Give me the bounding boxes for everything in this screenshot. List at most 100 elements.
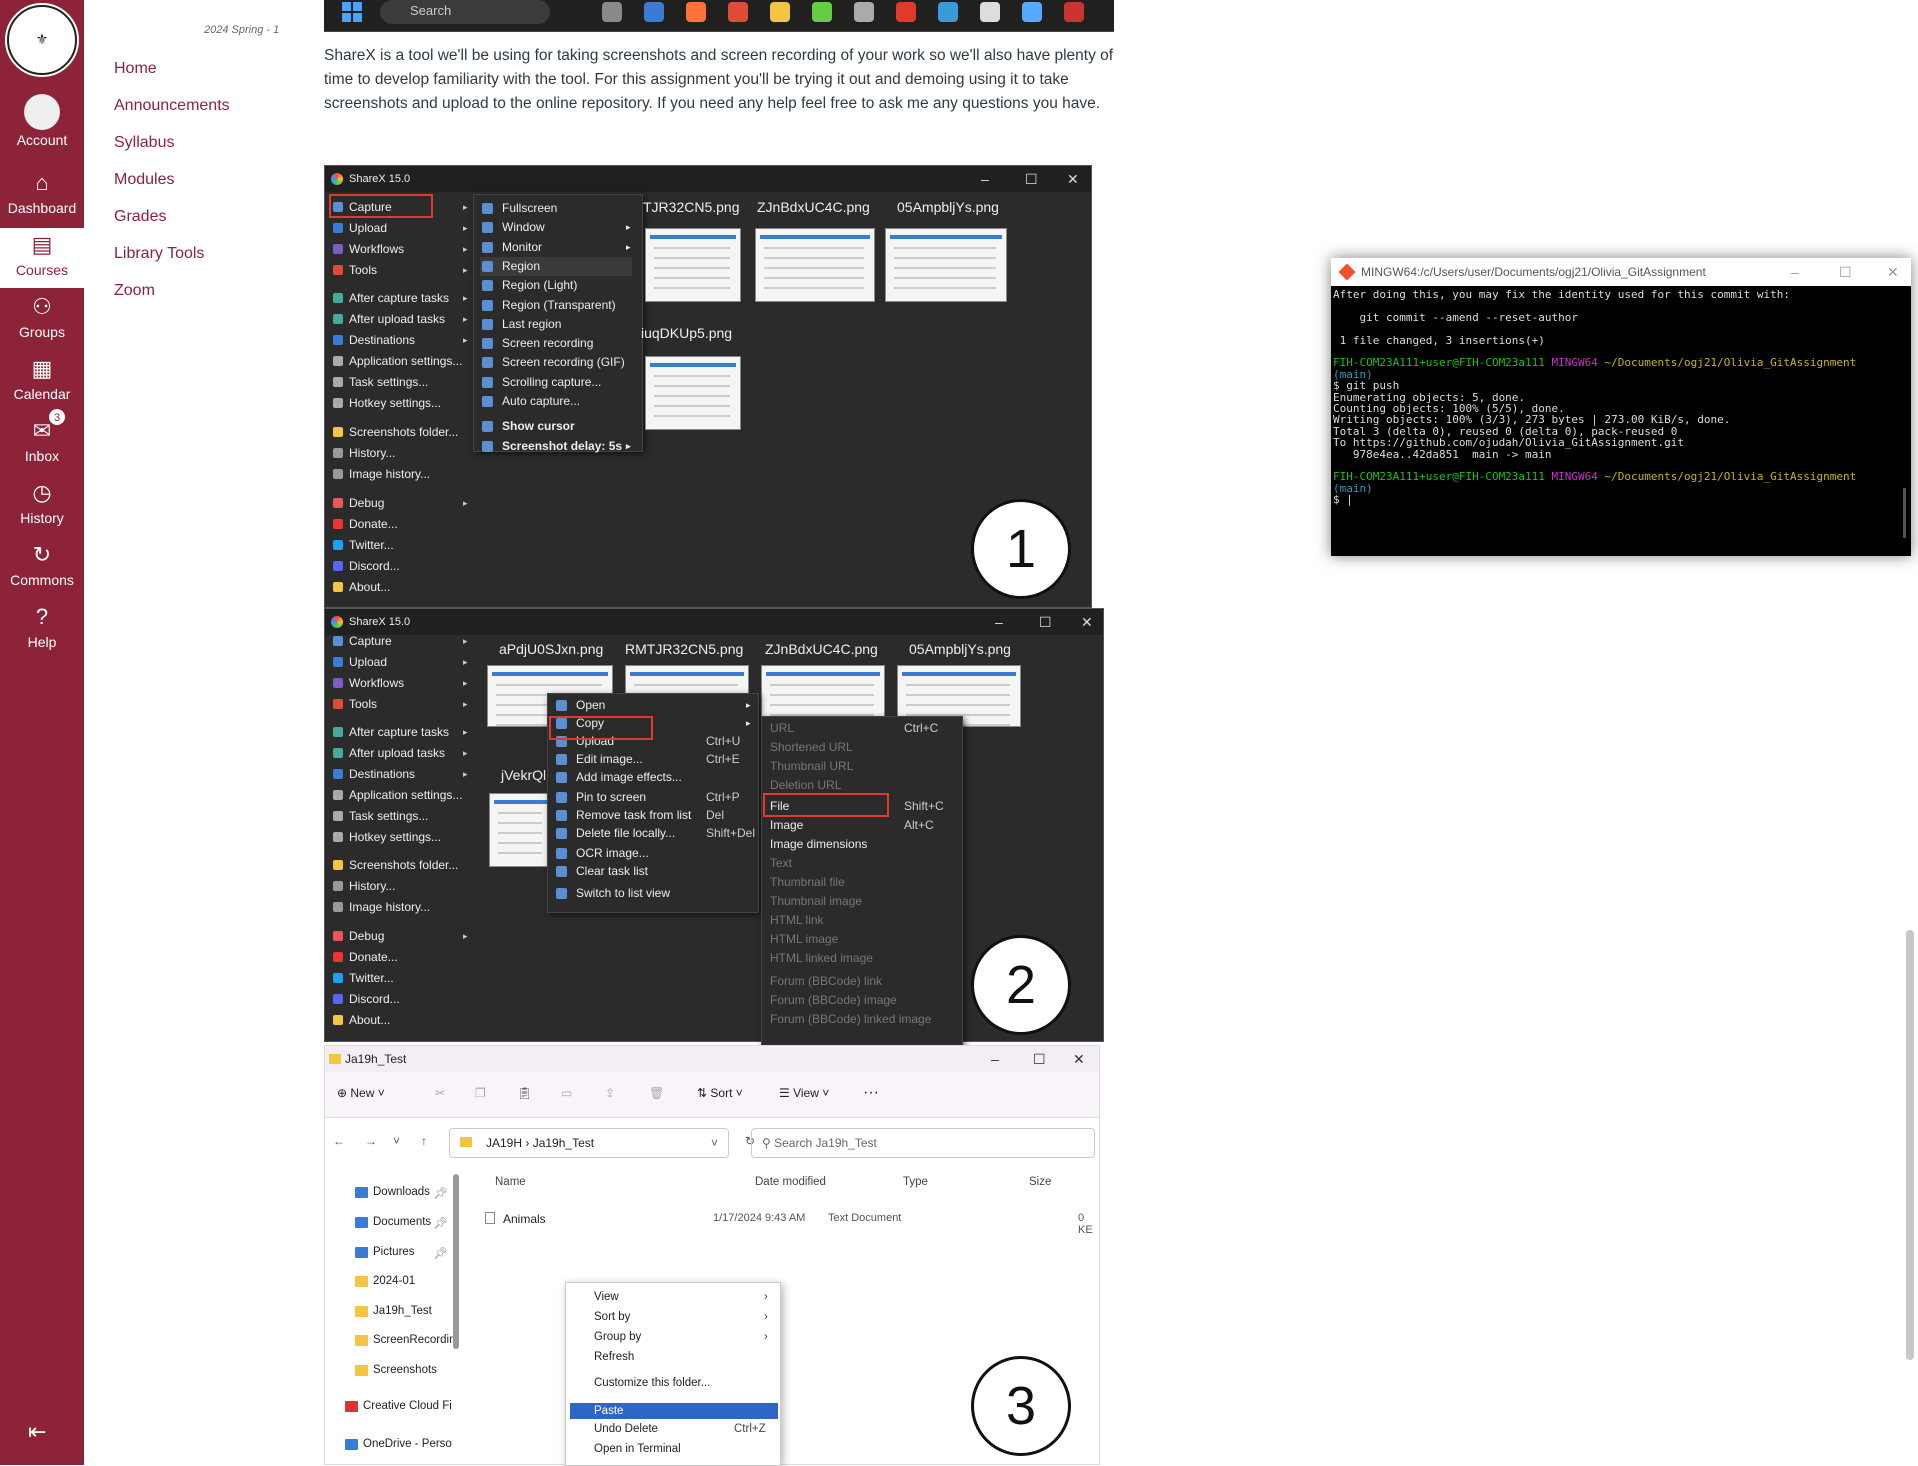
course-nav-home[interactable]: Home [114, 60, 157, 78]
sharex-menu-hotkey-settings[interactable]: Hotkey settings... [333, 393, 441, 413]
collapse-nav-icon[interactable]: ⇤ [28, 1419, 46, 1445]
image-menu-switch-to-list-view[interactable]: Switch to list view [554, 884, 754, 903]
capture-option-region[interactable]: Region [480, 256, 632, 276]
global-nav-account[interactable]: Account [0, 92, 84, 152]
image-menu-pin-to-screen[interactable]: Pin to screen Ctrl+P [554, 788, 754, 807]
global-nav-help[interactable]: ? Help [0, 600, 84, 660]
screenshot-thumbnail[interactable] [489, 793, 553, 867]
sharex-menu-history[interactable]: History... [333, 443, 395, 463]
sharex-menu-tools[interactable]: Tools ▸ [333, 694, 468, 714]
sharex-menu-task-settings[interactable]: Task settings... [333, 806, 428, 826]
capture-option-fullscreen[interactable]: Fullscreen [480, 199, 557, 218]
sharex-menu-upload[interactable]: Upload ▸ [333, 652, 468, 672]
copy-option-image[interactable]: Image Alt+C [768, 816, 934, 835]
global-nav-groups[interactable]: ⚇ Groups [0, 290, 84, 350]
sharex-menu-twitter[interactable]: Twitter... [333, 535, 394, 555]
sharex-menu-hotkey-settings[interactable]: Hotkey settings... [333, 827, 441, 847]
image-menu-add-image-effects[interactable]: Add image effects... [554, 768, 754, 787]
column-header-name[interactable]: Name [495, 1176, 526, 1188]
nav-item-ja19h-test[interactable]: Ja19h_Test [355, 1305, 432, 1317]
global-nav-calendar[interactable]: ▦ Calendar [0, 352, 84, 412]
column-header-type[interactable]: Type [903, 1176, 928, 1188]
sharex-menu-upload[interactable]: Upload ▸ [333, 218, 468, 238]
capture-option-show-cursor[interactable]: Show cursor [480, 417, 575, 436]
image-menu-open[interactable]: Open ▸ [554, 696, 754, 715]
image-menu-clear-task-list[interactable]: Clear task list [554, 862, 754, 881]
folder-menu-view[interactable]: View › [594, 1291, 768, 1303]
capture-option-screen-recording[interactable]: Screen recording [480, 334, 593, 353]
course-nav-syllabus[interactable]: Syllabus [114, 134, 174, 152]
sharex-menu-workflows[interactable]: Workflows ▸ [333, 673, 468, 693]
sharex-menu-history[interactable]: History... [333, 876, 395, 896]
image-menu-edit-image[interactable]: Edit image... Ctrl+E [554, 750, 754, 769]
course-nav-zoom[interactable]: Zoom [114, 282, 155, 300]
sharex-menu-application-settings[interactable]: Application settings... [333, 785, 462, 805]
sharex-menu-about[interactable]: About... [333, 577, 390, 597]
page-scrollbar[interactable] [1906, 930, 1914, 1360]
sharex-menu-donate[interactable]: Donate... [333, 514, 398, 534]
sharex-menu-after-upload-tasks[interactable]: After upload tasks ▸ [333, 309, 468, 329]
nav-item-screenshots[interactable]: Screenshots [355, 1364, 437, 1376]
column-header-size[interactable]: Size [1029, 1176, 1051, 1188]
folder-menu-group-by[interactable]: Group by › [594, 1331, 768, 1343]
sharex-menu-screenshots-folder[interactable]: Screenshots folder... [333, 855, 458, 875]
sharex-menu-task-settings[interactable]: Task settings... [333, 372, 428, 392]
folder-menu-open-in-terminal[interactable]: Open in Terminal [594, 1443, 681, 1455]
global-nav-inbox[interactable]: ✉ 3 Inbox [0, 408, 84, 474]
nav-item-documents[interactable]: Documents 📌︎ [355, 1216, 448, 1230]
global-nav-courses[interactable]: ▤ Courses [0, 228, 84, 288]
folder-menu-sort-by[interactable]: Sort by › [594, 1311, 768, 1323]
sharex-menu-after-capture-tasks[interactable]: After capture tasks ▸ [333, 288, 468, 308]
image-menu-remove-task-from-list[interactable]: Remove task from list Del [554, 806, 754, 825]
nav-item-onedrive-perso[interactable]: OneDrive - Perso [345, 1438, 452, 1450]
folder-menu-paste[interactable]: Paste [570, 1403, 778, 1419]
nav-item-screenrecordin[interactable]: ScreenRecordin [355, 1334, 455, 1346]
sharex-menu-discord[interactable]: Discord... [333, 556, 400, 576]
sharex-menu-image-history[interactable]: Image history... [333, 897, 430, 917]
course-nav-announcements[interactable]: Announcements [114, 97, 230, 115]
sharex-menu-debug[interactable]: Debug ▸ [333, 493, 468, 513]
screenshot-thumbnail[interactable] [885, 228, 1007, 302]
capture-option-scrolling-capture[interactable]: Scrolling capture... [480, 373, 601, 392]
global-nav-commons[interactable]: ↻ Commons [0, 538, 84, 598]
sharex-menu-screenshots-folder[interactable]: Screenshots folder... [333, 422, 458, 442]
sharex-menu-destinations[interactable]: Destinations ▸ [333, 764, 468, 784]
capture-option-screenshot-delay-5s[interactable]: Screenshot delay: 5s ▸ [480, 437, 631, 456]
image-menu-ocr-image[interactable]: OCR image... [554, 844, 754, 863]
capture-option-last-region[interactable]: Last region [480, 315, 561, 334]
capture-option-window[interactable]: Window ▸ [480, 218, 631, 237]
folder-menu-undo-delete[interactable]: Undo Delete Ctrl+Z [594, 1423, 766, 1435]
global-nav-dashboard[interactable]: ⌂ Dashboard [0, 166, 84, 226]
nav-item-downloads[interactable]: Downloads 📌︎ [355, 1186, 448, 1200]
nav-item-2024-01[interactable]: 2024-01 [355, 1275, 415, 1287]
nav-item-pictures[interactable]: Pictures 📌︎ [355, 1246, 448, 1260]
capture-option-region-transparent[interactable]: Region (Transparent) [480, 296, 616, 315]
course-nav-grades[interactable]: Grades [114, 208, 166, 226]
sharex-menu-tools[interactable]: Tools ▸ [333, 260, 468, 280]
sharex-menu-workflows[interactable]: Workflows ▸ [333, 239, 468, 259]
sharex-menu-discord[interactable]: Discord... [333, 989, 400, 1009]
capture-option-auto-capture[interactable]: Auto capture... [480, 392, 580, 411]
copy-option-image-dimensions[interactable]: Image dimensions [768, 835, 867, 854]
nav-item-creative-cloud-fi[interactable]: Creative Cloud Fi [345, 1400, 452, 1412]
capture-option-screen-recording-gif[interactable]: Screen recording (GIF) [480, 353, 625, 372]
global-nav-history[interactable]: ◷ History [0, 476, 84, 536]
screenshot-thumbnail[interactable] [645, 356, 741, 430]
course-nav-modules[interactable]: Modules [114, 171, 174, 189]
capture-option-region-light[interactable]: Region (Light) [480, 276, 577, 295]
university-logo[interactable]: ⚜ [2, 0, 82, 80]
sharex-menu-about[interactable]: About... [333, 1010, 390, 1030]
sharex-menu-capture[interactable]: Capture ▸ [333, 631, 468, 651]
screenshot-thumbnail[interactable] [755, 228, 875, 302]
course-nav-library-tools[interactable]: Library Tools [114, 245, 204, 263]
image-menu-delete-file-locally[interactable]: Delete file locally... Shift+Del [554, 824, 755, 843]
screenshot-thumbnail[interactable] [645, 228, 741, 302]
sharex-menu-debug[interactable]: Debug ▸ [333, 926, 468, 946]
sharex-menu-donate[interactable]: Donate... [333, 947, 398, 967]
sharex-menu-image-history[interactable]: Image history... [333, 464, 430, 484]
sharex-menu-destinations[interactable]: Destinations ▸ [333, 330, 468, 350]
folder-menu-refresh[interactable]: Refresh [594, 1351, 634, 1363]
capture-option-monitor[interactable]: Monitor ▸ [480, 238, 631, 257]
sharex-menu-after-upload-tasks[interactable]: After upload tasks ▸ [333, 743, 468, 763]
sharex-menu-after-capture-tasks[interactable]: After capture tasks ▸ [333, 722, 468, 742]
